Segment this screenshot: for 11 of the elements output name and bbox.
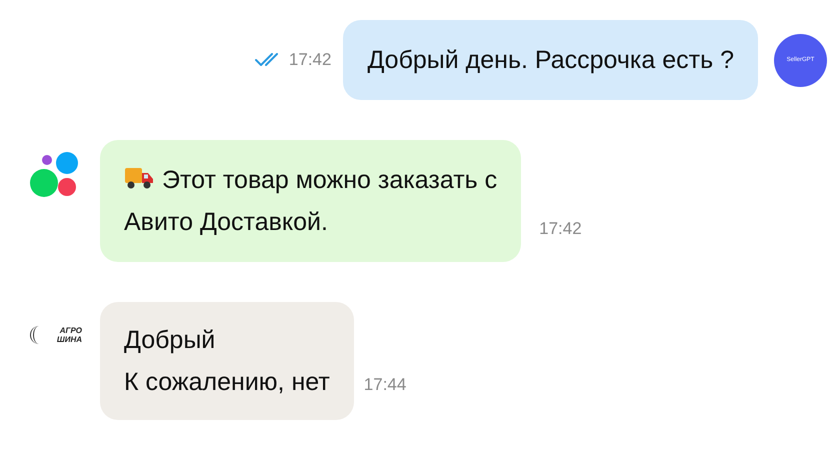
message-time: 17:44 <box>364 375 406 394</box>
logo-text: ШИНА <box>56 335 82 344</box>
message-time: 17:42 <box>288 49 332 72</box>
truck-icon <box>124 165 154 191</box>
message-text: Этот товар можно заказать с <box>124 159 498 201</box>
message-text: Добрый <box>124 325 216 356</box>
logo-text: АГРО <box>60 326 82 335</box>
message-time: 17:42 <box>539 219 582 238</box>
message-text: Добрый день. Рассрочка есть ? <box>367 45 734 76</box>
message-text: Авито Доставкой. <box>124 207 329 238</box>
message-text: К сожалению, нет <box>124 367 330 398</box>
